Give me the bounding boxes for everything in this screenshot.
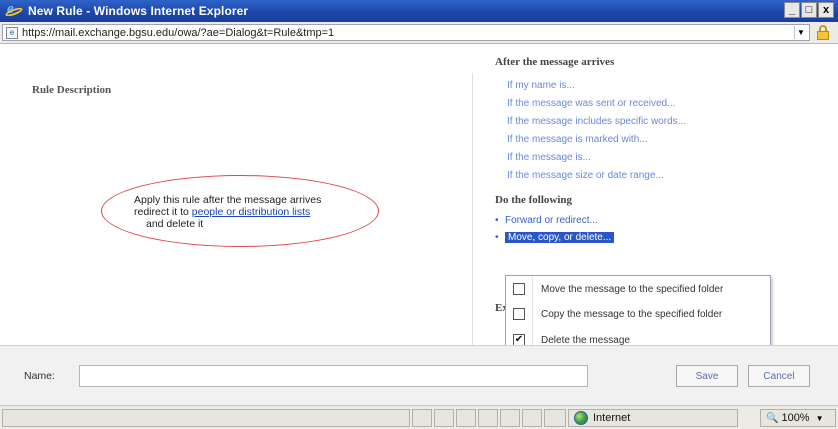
page-icon: e bbox=[6, 26, 18, 39]
action-move-copy-delete[interactable]: • Move, copy, or delete... bbox=[495, 232, 615, 243]
status-cell bbox=[456, 409, 476, 427]
save-button[interactable]: Save bbox=[676, 365, 738, 387]
action-forward-redirect[interactable]: • Forward or redirect... bbox=[495, 215, 598, 226]
checkmark-icon: ✔ bbox=[514, 334, 524, 345]
zone-label: Internet bbox=[593, 412, 631, 424]
dialog-footer: Name: Save Cancel bbox=[0, 345, 838, 405]
status-cell bbox=[412, 409, 432, 427]
condition-link[interactable]: If the message is... bbox=[507, 152, 591, 163]
lock-icon[interactable] bbox=[816, 25, 830, 41]
rule-line-3: and delete it bbox=[146, 218, 204, 230]
menu-item-copy[interactable]: Copy the message to the specified folder bbox=[506, 302, 770, 326]
condition-link[interactable]: If the message size or date range... bbox=[507, 170, 664, 181]
condition-link[interactable]: If the message is marked with... bbox=[507, 134, 648, 145]
zoom-icon: 🔍 bbox=[766, 412, 779, 424]
status-cell bbox=[434, 409, 454, 427]
condition-link[interactable]: If my name is... bbox=[507, 80, 575, 91]
close-button[interactable]: x bbox=[818, 2, 834, 18]
bullet-icon: • bbox=[495, 232, 499, 243]
zoom-control[interactable]: 🔍 100% ▼ bbox=[760, 409, 836, 427]
rule-description-text: Apply this rule after the message arrive… bbox=[134, 194, 321, 230]
name-label: Name: bbox=[24, 370, 55, 382]
maximize-button[interactable]: □ bbox=[801, 2, 817, 18]
status-cell bbox=[522, 409, 542, 427]
globe-icon bbox=[574, 411, 588, 425]
rule-description-heading: Rule Description bbox=[32, 84, 112, 96]
recipients-link[interactable]: people or distribution lists bbox=[192, 206, 310, 218]
chevron-down-icon[interactable]: ▼ bbox=[816, 414, 824, 423]
actions-heading: Do the following bbox=[495, 194, 572, 206]
panel-divider bbox=[472, 73, 473, 349]
cancel-button[interactable]: Cancel bbox=[748, 365, 810, 387]
minimize-button[interactable]: _ bbox=[784, 2, 800, 18]
security-zone[interactable]: Internet bbox=[568, 409, 738, 427]
rule-name-input[interactable] bbox=[79, 365, 588, 387]
address-dropdown-icon[interactable]: ▼ bbox=[794, 26, 807, 39]
status-cell bbox=[478, 409, 498, 427]
rule-editor: Rule Description Apply this rule after t… bbox=[0, 45, 838, 355]
address-url[interactable]: https://mail.exchange.bgsu.edu/owa/?ae=D… bbox=[22, 27, 334, 39]
title-bar: e New Rule - Windows Internet Explorer _… bbox=[0, 0, 838, 22]
status-text-panel bbox=[2, 409, 410, 427]
move-copy-delete-menu: Move the message to the specified folder… bbox=[505, 275, 771, 355]
checkbox-copy[interactable] bbox=[513, 308, 525, 320]
zoom-level: 100% bbox=[781, 412, 810, 424]
rule-line-1: Apply this rule after the message arrive… bbox=[134, 194, 322, 206]
conditions-heading: After the message arrives bbox=[495, 56, 615, 68]
internet-explorer-icon: e bbox=[4, 1, 24, 19]
menu-item-move[interactable]: Move the message to the specified folder bbox=[506, 277, 770, 301]
address-bar: e https://mail.exchange.bgsu.edu/owa/?ae… bbox=[0, 22, 838, 44]
status-cell bbox=[500, 409, 520, 427]
status-cell bbox=[544, 409, 566, 427]
bullet-icon: • bbox=[495, 215, 499, 226]
window-title: New Rule - Windows Internet Explorer bbox=[28, 4, 249, 18]
condition-link[interactable]: If the message includes specific words..… bbox=[507, 116, 686, 127]
status-bar: Internet 🔍 100% ▼ bbox=[0, 405, 838, 429]
checkbox-move[interactable] bbox=[513, 283, 525, 295]
address-field[interactable]: e https://mail.exchange.bgsu.edu/owa/?ae… bbox=[2, 24, 810, 41]
rule-line-2-prefix: redirect it to bbox=[134, 206, 192, 218]
condition-link[interactable]: If the message was sent or received... bbox=[507, 98, 675, 109]
rule-line-2: redirect it to people or distribution li… bbox=[134, 206, 321, 218]
